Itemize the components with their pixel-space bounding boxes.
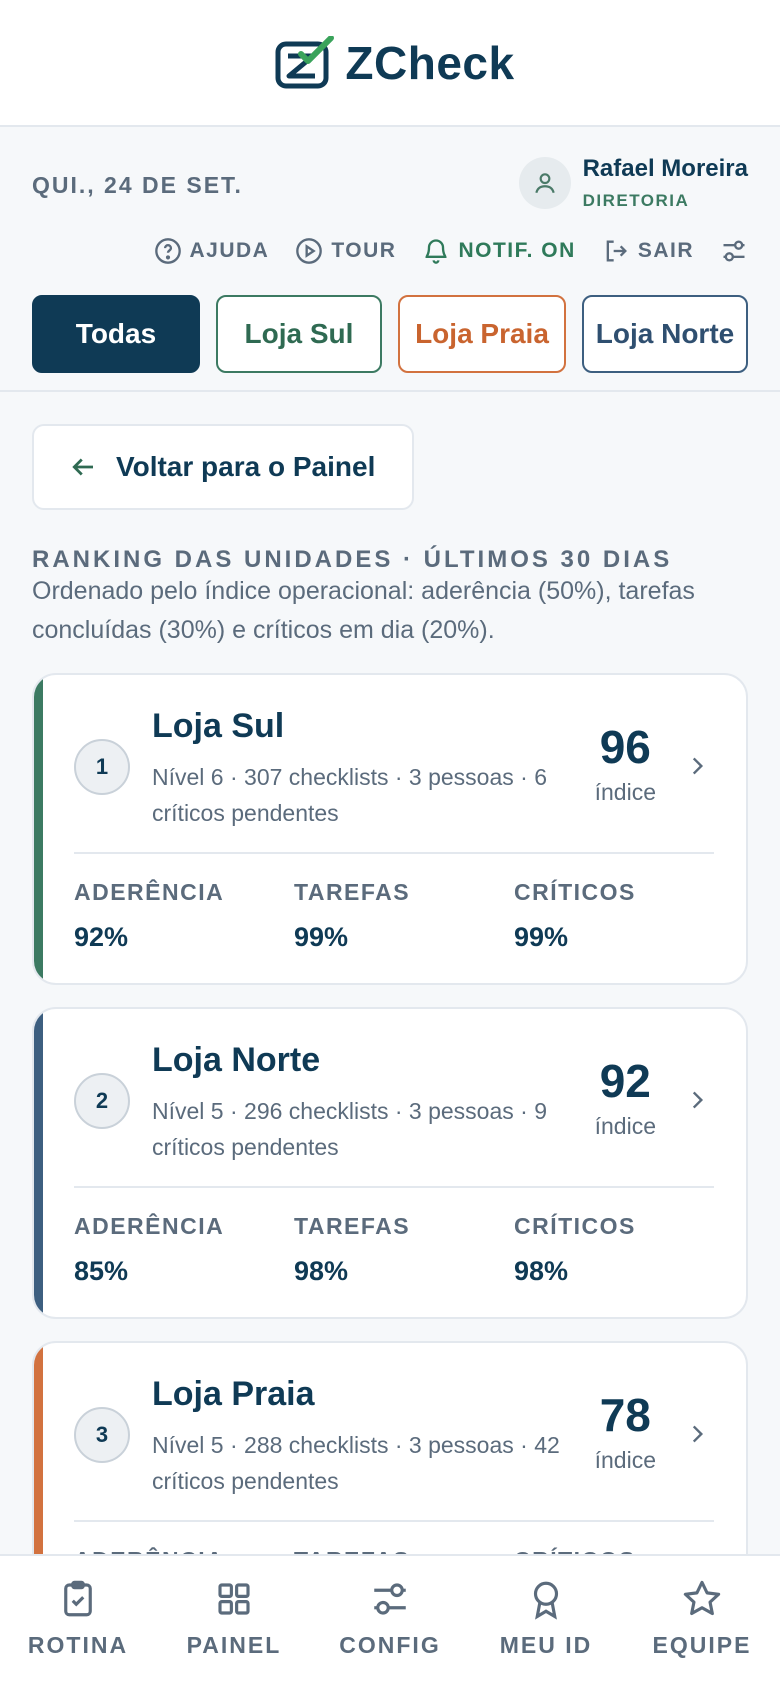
store-filters: Todas Loja Sul Loja Praia Loja Norte xyxy=(32,295,748,373)
top-bar: ZCheck xyxy=(0,0,780,127)
sliders-icon xyxy=(723,240,745,262)
filter-chip-todas[interactable]: Todas xyxy=(32,295,200,373)
nav-label-rotina: ROTINA xyxy=(27,1632,129,1658)
nav-item-config[interactable]: CONFIG xyxy=(312,1556,468,1688)
chevron-right-icon xyxy=(692,1425,704,1443)
user-role: DIRETORIA xyxy=(582,191,690,210)
metric-value-adherence: 92% xyxy=(74,922,129,952)
notif-label: NOTIF. ON xyxy=(458,239,576,262)
store-name: Loja Norte xyxy=(152,1041,321,1079)
chevron-right-icon xyxy=(692,757,704,775)
award-icon xyxy=(533,1581,559,1620)
metric-value-adherence: 85% xyxy=(74,1256,129,1286)
avatar xyxy=(518,157,571,209)
app-name: ZCheck xyxy=(345,36,515,89)
score-value: 78 xyxy=(599,1389,651,1441)
logout-icon xyxy=(606,240,627,262)
logout-button[interactable]: SAIR xyxy=(602,237,694,265)
metric-label-critical: CRÍTICOS xyxy=(514,879,636,905)
nav-label-config: CONFIG xyxy=(339,1632,441,1658)
back-label: Voltar para o Painel xyxy=(116,451,376,482)
sliders-icon xyxy=(374,1583,406,1615)
filter-chip-loja-praia[interactable]: Loja Praia xyxy=(398,295,566,373)
ranking-description: Ordenado pelo índice operacional: aderên… xyxy=(32,577,695,644)
filter-chip-loja-norte[interactable]: Loja Norte xyxy=(582,295,748,373)
rank-badge: 3 xyxy=(74,1407,130,1463)
help-icon xyxy=(154,238,181,264)
user-profile[interactable]: Rafael Moreira DIRETORIA xyxy=(518,155,748,211)
grid-icon xyxy=(218,1583,250,1615)
store-meta: Nível 5 · 296 checklists · 3 pessoas · 9… xyxy=(152,1098,547,1160)
rank-badge: 2 xyxy=(74,1073,130,1129)
nav-label-meu-id: MEU ID xyxy=(499,1632,593,1658)
metric-label-critical: CRÍTICOS xyxy=(514,1213,636,1239)
nav-item-rotina[interactable]: ROTINA xyxy=(0,1556,156,1688)
notifications-toggle[interactable]: NOTIF. ON xyxy=(422,237,575,265)
metric-label-tasks: TAREFAS xyxy=(294,1213,411,1239)
metric-value-critical: 99% xyxy=(514,922,569,952)
score-value: 92 xyxy=(599,1055,651,1107)
score-value: 96 xyxy=(599,721,651,773)
nav-item-meu-id[interactable]: MEU ID xyxy=(468,1556,624,1688)
store-meta: Nível 6 · 307 checklists · 3 pessoas · 6… xyxy=(152,764,547,826)
settings-sliders-button[interactable] xyxy=(720,237,748,265)
store-score: 92 índice xyxy=(595,1055,656,1140)
store-metrics: ADERÊNCIA 92% TAREFAS 99% CRÍTICOS 99% xyxy=(74,879,734,953)
bottom-navigation: ROTINA PAINEL CONFIG MEU ID EQUIPE xyxy=(0,1554,780,1688)
store-score: 96 índice xyxy=(595,721,656,806)
user-icon xyxy=(534,173,555,194)
nav-label-equipe: EQUIPE xyxy=(652,1632,752,1658)
tour-button[interactable]: TOUR xyxy=(295,237,396,265)
store-score: 78 índice xyxy=(595,1389,656,1474)
score-label: índice xyxy=(594,1447,656,1473)
header: QUI., 24 DE SET. Rafael Moreira DIRETORI… xyxy=(0,129,780,392)
rank-badge: 1 xyxy=(74,739,130,795)
metric-label-tasks: TAREFAS xyxy=(294,879,411,905)
store-name: Loja Sul xyxy=(152,707,285,745)
card-divider xyxy=(74,1186,714,1188)
arrow-left-icon xyxy=(72,458,93,476)
store-color-stripe xyxy=(34,675,43,983)
zcheck-logo-icon xyxy=(275,35,335,88)
store-card[interactable]: 2 Loja Norte Nível 5 · 296 checklists · … xyxy=(32,1007,748,1319)
back-to-dashboard-button[interactable]: Voltar para o Painel xyxy=(32,424,414,510)
logout-label: SAIR xyxy=(637,239,694,262)
store-metrics: ADERÊNCIA 85% TAREFAS 98% CRÍTICOS 98% xyxy=(74,1213,734,1287)
card-divider xyxy=(74,852,714,854)
nav-label-painel: PAINEL xyxy=(186,1632,282,1658)
header-actions: AJUDA TOUR NOTIF. ON SAIR xyxy=(154,237,749,265)
metric-value-tasks: 99% xyxy=(294,922,349,952)
store-meta: Nível 5 · 288 checklists · 3 pessoas · 4… xyxy=(152,1432,560,1494)
metric-label-adherence: ADERÊNCIA xyxy=(74,879,225,905)
score-label: índice xyxy=(594,1113,656,1139)
store-card[interactable]: 1 Loja Sul Nível 6 · 307 checklists · 3 … xyxy=(32,673,748,985)
metric-value-critical: 98% xyxy=(514,1256,569,1286)
help-button[interactable]: AJUDA xyxy=(154,237,270,265)
store-name: Loja Praia xyxy=(152,1375,315,1413)
bell-icon xyxy=(425,239,447,264)
brand-logo[interactable]: ZCheck xyxy=(275,35,515,90)
clipboard-check-icon xyxy=(64,1580,92,1617)
star-icon xyxy=(683,1580,721,1616)
ranking-title: RANKING DAS UNIDADES · ÚLTIMOS 30 DIAS xyxy=(32,546,673,573)
nav-item-painel[interactable]: PAINEL xyxy=(156,1556,312,1688)
metric-label-adherence: ADERÊNCIA xyxy=(74,1213,225,1239)
current-date: QUI., 24 DE SET. xyxy=(32,172,243,198)
card-divider xyxy=(74,1520,714,1522)
score-label: índice xyxy=(594,779,656,805)
help-label: AJUDA xyxy=(189,239,270,262)
play-icon xyxy=(296,238,323,264)
nav-item-equipe[interactable]: EQUIPE xyxy=(624,1556,780,1688)
store-color-stripe xyxy=(34,1009,43,1317)
chevron-right-icon xyxy=(692,1091,704,1109)
filter-chip-loja-sul[interactable]: Loja Sul xyxy=(216,295,382,373)
tour-label: TOUR xyxy=(331,239,397,262)
user-name: Rafael Moreira xyxy=(582,155,748,182)
metric-value-tasks: 98% xyxy=(294,1256,349,1286)
